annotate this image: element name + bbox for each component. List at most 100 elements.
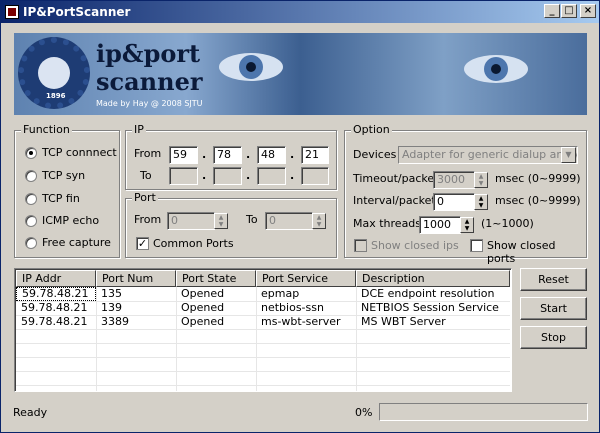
results-table[interactable]: IP Addr Port Num Port State Port Service… [14, 268, 512, 392]
port-from-input[interactable]: 0 [167, 212, 215, 230]
octet-separator: . [290, 169, 295, 182]
maximize-button[interactable]: □ [561, 4, 577, 18]
banner-image: 1896 ip&port scanner Made by Hay @ 2008 … [14, 33, 587, 115]
grid-line [16, 371, 510, 372]
devices-label: Devices [353, 148, 397, 161]
cell-port: 3389 [101, 315, 129, 328]
octet-separator: . [246, 148, 251, 161]
port-to-spinner[interactable]: ▲ ▼ [312, 213, 326, 229]
cell-description: DCE endpoint resolution [361, 287, 495, 300]
brand-line-1: ip&port [96, 39, 201, 68]
ip-legend: IP [132, 123, 146, 136]
radio-icmp-echo[interactable] [25, 215, 37, 227]
radio-label[interactable]: Free capture [42, 236, 111, 249]
cell-state: Opened [181, 287, 225, 300]
devices-select[interactable]: Adapter for generic dialup and VPN [398, 146, 578, 164]
cell-state: Opened [181, 301, 225, 314]
threads-input[interactable]: 1000 [419, 216, 461, 234]
radio-label[interactable]: TCP fin [42, 192, 80, 205]
app-window: IP&PortScanner _ □ × 1896 ip&port scanne… [0, 0, 600, 433]
timeout-hint: msec (0~9999) [495, 172, 581, 185]
radio-tcp-fin[interactable] [25, 193, 37, 205]
show-closed-ips-checkbox[interactable] [354, 239, 367, 252]
emblem-year: 1896 [46, 92, 66, 100]
show-closed-ports-label[interactable]: Show closed ports [487, 239, 586, 265]
radio-label[interactable]: ICMP echo [42, 214, 99, 227]
table-row[interactable]: 59.78.48.21 3389 Opened ms-wbt-server MS… [16, 315, 510, 329]
cell-description: MS WBT Server [361, 315, 446, 328]
ip-to-octet-2[interactable] [213, 167, 242, 185]
radio-tcp-syn[interactable] [25, 170, 37, 182]
function-legend: Function [21, 123, 72, 136]
grid-line [16, 357, 510, 358]
port-legend: Port [132, 191, 158, 204]
radio-label[interactable]: TCP connnect [42, 146, 117, 159]
grid-line [16, 343, 510, 344]
start-button[interactable]: Start [520, 297, 587, 320]
ip-to-octet-4[interactable] [301, 167, 329, 185]
port-from-spinner[interactable]: ▲ ▼ [214, 213, 228, 229]
progress-label: 0% [355, 406, 373, 419]
chevron-down-icon[interactable]: ▼ [561, 147, 576, 163]
column-header-port-service[interactable]: Port Service [256, 270, 356, 287]
cell-port: 135 [101, 287, 122, 300]
threads-label: Max threads [353, 217, 422, 230]
table-row[interactable]: 59.78.48.21 139 Opened netbios-ssn NETBI… [16, 301, 510, 315]
close-button[interactable]: × [580, 4, 596, 18]
ip-to-octet-1[interactable] [169, 167, 198, 185]
common-ports-checkbox[interactable]: ✓ [136, 237, 149, 250]
option-legend: Option [351, 123, 392, 136]
port-group: Port From 0 ▲ ▼ To 0 ▲ ▼ ✓ Common Ports [125, 191, 337, 258]
table-row[interactable]: 59.78.48.21 135 Opened epmap DCE endpoin… [16, 287, 510, 301]
interval-spinner[interactable]: ▲ ▼ [474, 194, 488, 210]
progress-bar [379, 403, 588, 421]
radio-tcp-connect[interactable] [25, 147, 37, 159]
ip-from-octet-4[interactable]: 21 [301, 146, 329, 164]
grid-line [16, 385, 510, 386]
cell-description: NETBIOS Session Service [361, 301, 499, 314]
ip-group: IP From 59 . 78 . 48 . 21 To . . . [125, 123, 337, 190]
cell-ip: 59.78.48.21 [21, 301, 88, 314]
common-ports-label[interactable]: Common Ports [153, 237, 234, 250]
timeout-spinner[interactable]: ▲ ▼ [474, 172, 488, 188]
cell-service: ms-wbt-server [261, 315, 341, 328]
ip-from-octet-1[interactable]: 59 [169, 146, 198, 164]
ip-to-label: To [140, 169, 152, 182]
ip-from-octet-2[interactable]: 78 [213, 146, 242, 164]
cell-port: 139 [101, 301, 122, 314]
port-to-input[interactable]: 0 [265, 212, 313, 230]
option-group: Option Devices Adapter for generic dialu… [344, 123, 587, 265]
show-closed-ips-label[interactable]: Show closed ips [371, 239, 459, 252]
column-header-description[interactable]: Description [356, 270, 510, 287]
column-header-port-num[interactable]: Port Num [96, 270, 176, 287]
octet-separator: . [202, 148, 207, 161]
ip-from-label: From [134, 147, 162, 160]
interval-hint: msec (0~9999) [495, 194, 581, 207]
minimize-button[interactable]: _ [544, 4, 560, 18]
column-header-ip[interactable]: IP Addr [16, 270, 96, 287]
port-from-label: From [134, 213, 162, 226]
cell-ip: 59.78.48.21 [21, 315, 88, 328]
cell-service: epmap [261, 287, 300, 300]
left-eye-icon [219, 53, 283, 81]
port-to-label: To [246, 213, 258, 226]
stop-button[interactable]: Stop [520, 326, 587, 349]
radio-free-capture[interactable] [25, 237, 37, 249]
interval-input[interactable]: 0 [433, 193, 475, 211]
octet-separator: . [246, 169, 251, 182]
threads-spinner[interactable]: ▲ ▼ [460, 217, 474, 233]
threads-hint: (1~1000) [481, 217, 534, 230]
title-bar[interactable]: IP&PortScanner _ □ × [1, 1, 599, 23]
grid-line [16, 329, 510, 330]
right-eye-icon [464, 55, 528, 83]
octet-separator: . [290, 148, 295, 161]
radio-label[interactable]: TCP syn [42, 169, 85, 182]
ip-to-octet-3[interactable] [257, 167, 286, 185]
status-text: Ready [13, 406, 48, 419]
ip-from-octet-3[interactable]: 48 [257, 146, 286, 164]
brand-line-2: scanner [96, 67, 203, 96]
reset-button[interactable]: Reset [520, 268, 587, 291]
show-closed-ports-checkbox[interactable] [470, 239, 483, 252]
column-header-port-state[interactable]: Port State [176, 270, 256, 287]
timeout-input[interactable]: 3000 [433, 171, 475, 189]
